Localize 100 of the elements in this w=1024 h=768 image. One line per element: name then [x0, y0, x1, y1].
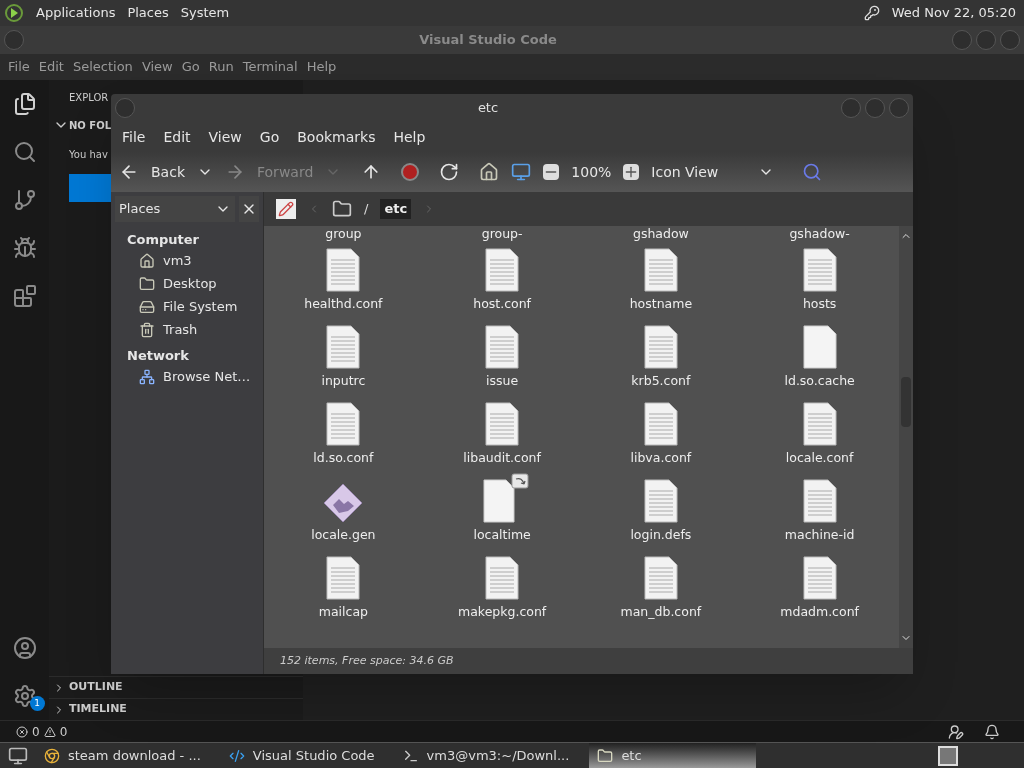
view-mode-dropdown[interactable]: Icon View [651, 161, 775, 183]
scrollbar[interactable] [899, 226, 913, 648]
show-desktop-icon[interactable] [8, 745, 28, 766]
workspace-switcher[interactable] [938, 745, 958, 766]
zoom-out-icon[interactable] [543, 164, 560, 180]
path-separator: / [364, 200, 369, 219]
menu-item[interactable]: Terminal [242, 57, 298, 77]
file-name[interactable]: locale.gen [311, 527, 376, 542]
file-name[interactable]: inputrc [321, 373, 366, 388]
file-name[interactable]: hostname [629, 296, 693, 311]
menu-item[interactable]: Edit [163, 126, 191, 148]
file-name[interactable]: issue [486, 373, 519, 388]
place-item[interactable]: vm3 [127, 249, 263, 273]
text-file-icon [325, 325, 362, 369]
account-share-icon[interactable] [948, 723, 964, 740]
zoom-in-icon[interactable] [623, 164, 640, 180]
computer-icon[interactable] [511, 162, 532, 182]
extensions-icon[interactable] [12, 284, 37, 308]
file-name[interactable]: healthd.conf [304, 296, 383, 311]
menu-item[interactable]: Run [208, 57, 234, 77]
back-button[interactable]: Back [119, 161, 185, 183]
debug-icon[interactable] [12, 236, 37, 260]
text-file-icon [801, 402, 838, 446]
warning-count[interactable]: 0 [59, 722, 68, 741]
taskbar-item[interactable]: steam download - ... [36, 743, 209, 768]
app-menu-icon[interactable] [4, 3, 24, 23]
taskbar-item[interactable]: vm3@vm3:~/Downl... [394, 743, 578, 768]
stop-icon[interactable] [401, 163, 420, 181]
menu-item[interactable]: File [8, 57, 30, 77]
file-name[interactable]: ld.so.cache [784, 373, 855, 388]
zoom-level: 100% [571, 162, 612, 182]
file-name[interactable]: gshadow- [789, 226, 850, 241]
file-name[interactable]: makepkg.conf [458, 604, 547, 619]
search-icon[interactable] [802, 162, 823, 182]
menu-item[interactable]: Selection [72, 57, 133, 77]
path-button[interactable]: etc [380, 199, 412, 219]
file-name[interactable]: group- [481, 226, 523, 241]
files-icon[interactable] [12, 92, 37, 116]
menu-item[interactable]: Go [181, 57, 200, 77]
section-header[interactable]: NO FOL [69, 117, 112, 133]
home-folder-icon[interactable] [479, 162, 500, 182]
place-item[interactable]: Trash [127, 318, 263, 342]
panel-header[interactable]: OUTLINE [49, 676, 303, 698]
file-name[interactable]: mailcap [318, 604, 368, 619]
file-name[interactable]: hosts [802, 296, 837, 311]
reload-icon[interactable] [439, 162, 460, 182]
file-name[interactable]: gshadow [632, 226, 689, 241]
panel-menu[interactable]: Applications [36, 3, 116, 23]
clock[interactable]: Wed Nov 22, 05:20 [891, 3, 1020, 23]
menu-item[interactable]: View [208, 126, 242, 148]
menu-item[interactable]: Edit [38, 57, 64, 77]
diamond-icon [323, 483, 364, 523]
branch-icon[interactable] [12, 188, 37, 212]
text-file-icon [484, 556, 521, 600]
search-icon[interactable] [12, 140, 37, 164]
text-file-icon [642, 325, 679, 369]
text-file-icon [484, 248, 521, 292]
browser-icon [44, 747, 60, 764]
file-name[interactable]: ld.so.conf [313, 450, 374, 465]
menu-item[interactable]: View [141, 57, 173, 77]
key-icon[interactable] [863, 5, 880, 21]
file-name[interactable]: group [325, 226, 362, 241]
place-item[interactable]: File System [127, 295, 263, 319]
text-file-icon [642, 248, 679, 292]
section-heading: Computer [127, 231, 201, 249]
warning-icon[interactable] [43, 725, 56, 738]
menu-item[interactable]: Help [393, 126, 426, 148]
file-name[interactable]: localtime [473, 527, 531, 542]
account-icon[interactable] [12, 636, 37, 660]
file-name[interactable]: login.defs [630, 527, 692, 542]
file-name[interactable]: man_db.conf [620, 604, 702, 619]
file-name[interactable]: locale.conf [785, 450, 854, 465]
explorer-message: You hav [68, 148, 108, 162]
place-item[interactable]: Browse Net… [127, 365, 263, 388]
close-icon[interactable] [239, 196, 259, 222]
file-name[interactable]: libva.conf [630, 450, 692, 465]
file-name[interactable]: machine-id [784, 527, 855, 542]
menu-item[interactable]: Go [259, 126, 280, 148]
menu-item[interactable]: File [122, 126, 146, 148]
network-icon [139, 368, 155, 385]
menu-item[interactable]: Bookmarks [297, 126, 376, 148]
trash-icon [139, 322, 155, 338]
place-item[interactable]: Desktop [127, 272, 263, 296]
panel-menu[interactable]: Places [127, 3, 169, 23]
text-file-icon [801, 556, 838, 600]
file-name[interactable]: mdadm.conf [780, 604, 859, 619]
panel-menu[interactable]: System [180, 3, 230, 23]
taskbar-item[interactable]: etc [589, 743, 757, 768]
bell-icon[interactable] [984, 723, 1000, 740]
edit-location-icon[interactable] [276, 199, 296, 219]
file-name[interactable]: krb5.conf [631, 373, 691, 388]
taskbar-item[interactable]: Visual Studio Code [220, 743, 383, 768]
root-folder-icon[interactable] [332, 199, 352, 219]
file-name[interactable]: libaudit.conf [463, 450, 541, 465]
menu-item[interactable]: Help [306, 57, 337, 77]
error-icon[interactable] [16, 725, 28, 738]
places-dropdown[interactable]: Places [115, 196, 235, 222]
error-count[interactable]: 0 [32, 722, 40, 741]
file-name[interactable]: host.conf [473, 296, 532, 311]
settings-icon[interactable] [12, 684, 37, 708]
